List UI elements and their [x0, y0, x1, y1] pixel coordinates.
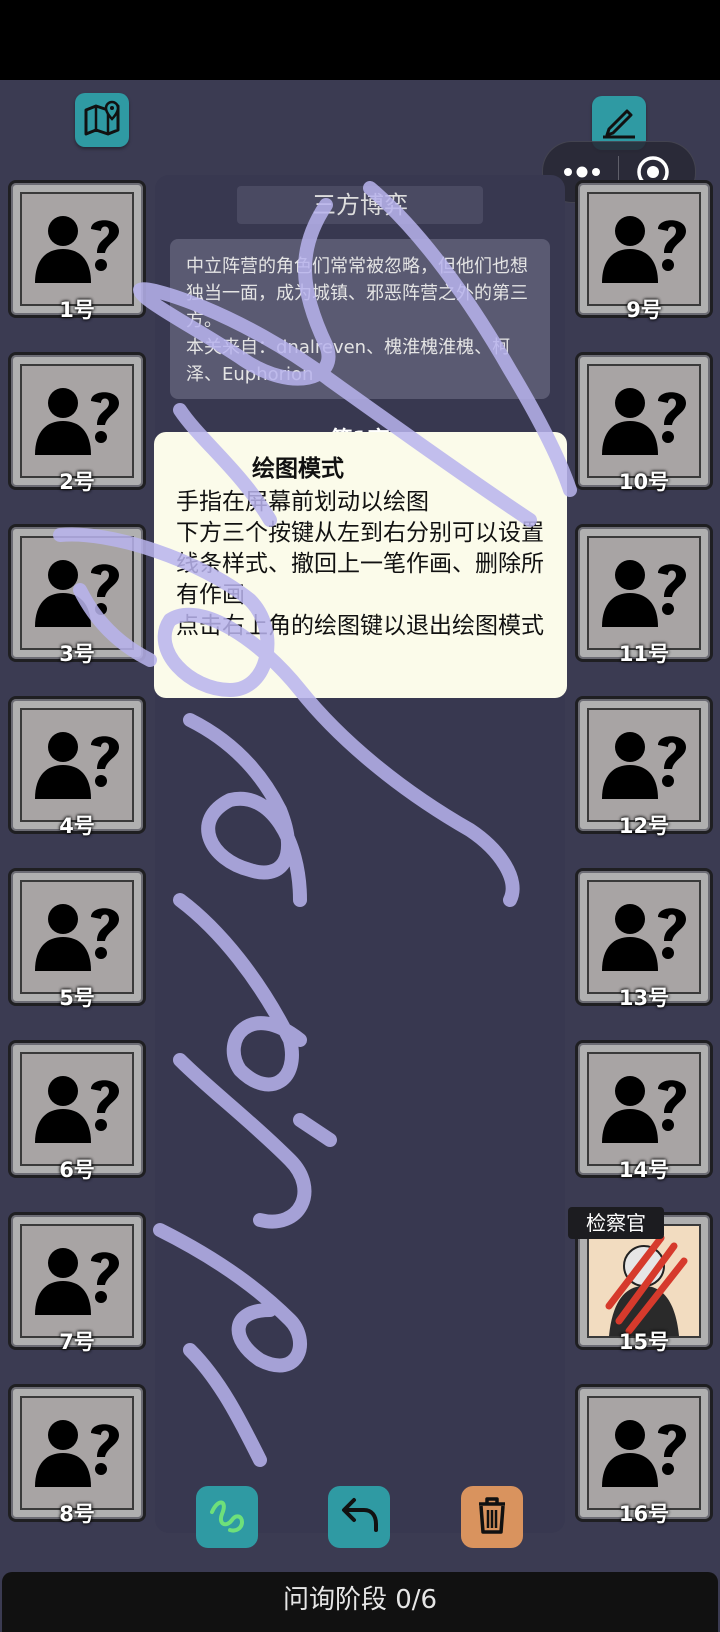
- mode-title: 三方博弈: [237, 186, 483, 224]
- player-slot-8[interactable]: 8号: [8, 1384, 146, 1526]
- player-slot-5[interactable]: 5号: [8, 868, 146, 1010]
- player-slot-6[interactable]: 6号: [8, 1040, 146, 1182]
- player-number: 7号: [59, 1330, 95, 1354]
- undo-button[interactable]: [328, 1486, 390, 1548]
- player-slot-13[interactable]: 13号: [575, 868, 713, 1010]
- player-number: 10号: [618, 470, 670, 494]
- squiggle-line-icon: [204, 1492, 250, 1542]
- unknown-person-icon: [587, 708, 701, 822]
- player-number: 14号: [618, 1158, 670, 1182]
- player-number: 6号: [59, 1158, 95, 1182]
- map-pin-icon: [82, 98, 122, 142]
- player-slot-12[interactable]: 12号: [575, 696, 713, 838]
- unknown-person-icon: [20, 880, 134, 994]
- delete-all-button[interactable]: [461, 1486, 523, 1548]
- tooltip-title: 绘图模式: [252, 456, 344, 482]
- unknown-person-icon: [20, 1224, 134, 1338]
- player-slot-2[interactable]: 2号: [8, 352, 146, 494]
- phase-text: 问询阶段 0/6: [282, 1585, 438, 1615]
- unknown-person-icon: [20, 364, 134, 478]
- phase-status-bar: 问询阶段 0/6: [2, 1572, 718, 1632]
- tooltip-line: 点击右上角的绘图键以退出绘图模式: [176, 613, 544, 639]
- role-badge: 检察官: [568, 1207, 664, 1239]
- unknown-person-icon: [20, 1052, 134, 1166]
- undo-arrow-icon: [336, 1492, 382, 1542]
- unknown-person-icon: [20, 708, 134, 822]
- description-credits: 本关来自：dnalreven、槐淮槐淮槐、柯泽、Euphorion: [186, 337, 511, 385]
- player-slot-3[interactable]: 3号: [8, 524, 146, 666]
- player-number: 2号: [59, 470, 95, 494]
- unknown-person-icon: [587, 192, 701, 306]
- tooltip-line: 下方三个按键从左到右分别可以设置线条样式、撤回上一笔作画、删除所有作画: [176, 520, 544, 608]
- player-slot-4[interactable]: 4号: [8, 696, 146, 838]
- player-number: 16号: [618, 1502, 670, 1526]
- player-slot-1[interactable]: 1号: [8, 180, 146, 322]
- player-number: 12号: [618, 814, 670, 838]
- player-number: 9号: [626, 298, 662, 322]
- player-number: 3号: [59, 642, 95, 666]
- player-number: 15号: [618, 1330, 670, 1354]
- pen-icon: [599, 101, 639, 145]
- unknown-person-icon: [587, 536, 701, 650]
- tooltip-line: 手指在屏幕前划动以绘图: [176, 489, 429, 515]
- trash-icon: [469, 1492, 515, 1542]
- unknown-person-icon: [587, 1052, 701, 1166]
- player-slot-14[interactable]: 14号: [575, 1040, 713, 1182]
- mode-description: 中立阵营的角色们常常被忽略，但他们也想独当一面，成为城镇、邪恶阵营之外的第三方。…: [170, 239, 550, 399]
- player-number: 11号: [618, 642, 670, 666]
- unknown-person-icon: [20, 1396, 134, 1510]
- player-slot-9[interactable]: 9号: [575, 180, 713, 322]
- player-number: 13号: [618, 986, 670, 1010]
- player-number: 1号: [59, 298, 95, 322]
- unknown-person-icon: [20, 192, 134, 306]
- player-slot-7[interactable]: 7号: [8, 1212, 146, 1354]
- map-button[interactable]: [75, 93, 129, 147]
- character-portrait: [587, 1224, 701, 1338]
- description-text: 中立阵营的角色们常常被忽略，但他们也想独当一面，成为城镇、邪恶阵营之外的第三方。: [186, 256, 528, 331]
- player-number: 8号: [59, 1502, 95, 1526]
- player-number: 4号: [59, 814, 95, 838]
- player-slot-11[interactable]: 11号: [575, 524, 713, 666]
- system-status-bar: [0, 0, 720, 80]
- unknown-person-icon: [20, 536, 134, 650]
- player-slot-10[interactable]: 10号: [575, 352, 713, 494]
- unknown-person-icon: [587, 1396, 701, 1510]
- unknown-person-icon: [587, 880, 701, 994]
- player-number: 5号: [59, 986, 95, 1010]
- player-slot-16[interactable]: 16号: [575, 1384, 713, 1526]
- unknown-person-icon: [587, 364, 701, 478]
- line-style-button[interactable]: [196, 1486, 258, 1548]
- drawing-mode-tooltip: 绘图模式 手指在屏幕前划动以绘图 下方三个按键从左到右分别可以设置线条样式、撤回…: [154, 432, 567, 698]
